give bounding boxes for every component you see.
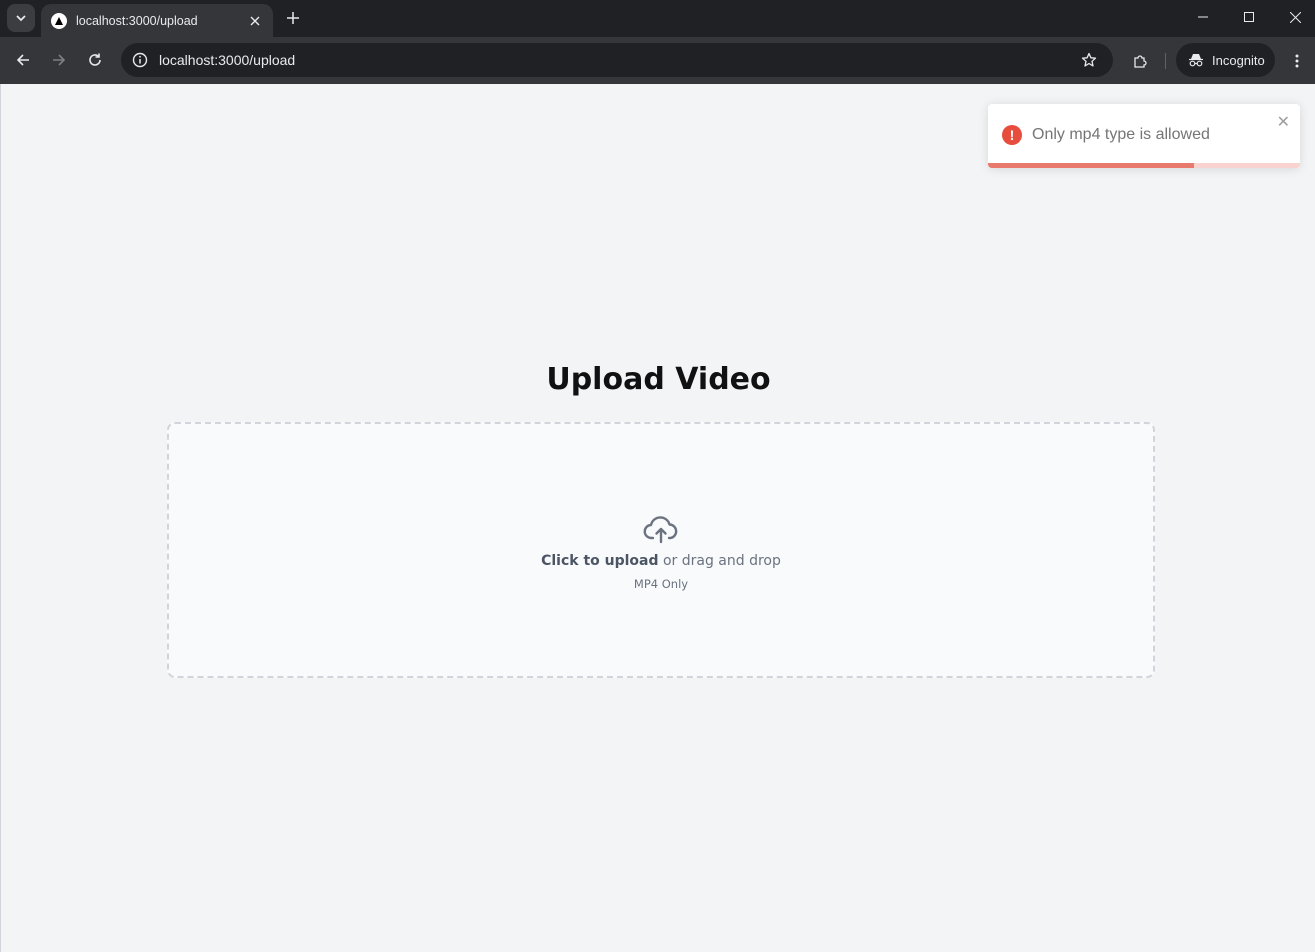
browser-menu-button[interactable]	[1285, 49, 1309, 73]
toast-message: Only mp4 type is allowed	[1032, 126, 1210, 143]
active-tab[interactable]: localhost:3000/upload	[41, 4, 273, 37]
toast-progress-bar	[988, 163, 1194, 168]
page-title: Upload Video	[546, 362, 771, 397]
url-text[interactable]: localhost:3000/upload	[159, 52, 1077, 68]
plus-icon	[287, 12, 299, 24]
close-icon	[1289, 11, 1301, 23]
incognito-icon	[1189, 54, 1203, 67]
tab-search-button[interactable]	[7, 4, 35, 32]
incognito-profile-button[interactable]: Incognito	[1176, 43, 1275, 77]
drag-and-drop-text: or drag and drop	[658, 553, 781, 569]
nextjs-favicon-icon	[51, 12, 67, 29]
minimize-button[interactable]	[1180, 0, 1226, 34]
back-button[interactable]	[11, 48, 35, 72]
browser-toolbar: localhost:3000/upload Incognito	[0, 37, 1315, 84]
click-to-upload-text[interactable]: Click to upload	[541, 553, 658, 569]
upload-instruction: Click to upload or drag and drop	[541, 553, 781, 569]
upload-dropzone[interactable]: Click to upload or drag and drop MP4 Onl…	[167, 422, 1155, 678]
error-toast[interactable]: ! Only mp4 type is allowed ✕	[988, 104, 1300, 168]
reload-icon	[89, 53, 101, 66]
arrow-right-icon	[53, 54, 66, 66]
extensions-button[interactable]	[1128, 49, 1152, 73]
error-alert-icon: !	[1002, 125, 1022, 145]
puzzle-icon	[1134, 55, 1147, 68]
toast-progress-track	[988, 163, 1300, 168]
address-bar[interactable]: localhost:3000/upload	[121, 43, 1113, 77]
tab-strip: localhost:3000/upload	[0, 0, 1315, 37]
cloud-upload-icon	[643, 516, 678, 544]
bookmark-star-icon[interactable]	[1077, 48, 1101, 72]
page-content: Upload Video Click to upload or drag and…	[0, 84, 1315, 952]
kebab-menu-icon	[1295, 54, 1299, 68]
minimize-icon	[1198, 16, 1208, 18]
toast-close-icon[interactable]: ✕	[1277, 112, 1290, 132]
arrow-left-icon	[16, 54, 29, 66]
new-tab-button[interactable]	[283, 8, 303, 28]
toolbar-separator	[1165, 53, 1166, 69]
maximize-button[interactable]	[1226, 0, 1272, 34]
maximize-icon	[1244, 12, 1254, 22]
forward-button[interactable]	[47, 48, 71, 72]
tab-title: localhost:3000/upload	[76, 13, 198, 28]
site-info-icon[interactable]	[129, 49, 151, 71]
file-type-hint: MP4 Only	[633, 577, 689, 591]
chevron-down-icon	[16, 15, 26, 22]
reload-button[interactable]	[83, 48, 107, 72]
incognito-label: Incognito	[1212, 52, 1265, 68]
browser-chrome: localhost:3000/upload localhost:3000/upl…	[0, 0, 1315, 84]
tab-close-icon[interactable]	[247, 13, 263, 29]
window-close-button[interactable]	[1272, 0, 1315, 34]
